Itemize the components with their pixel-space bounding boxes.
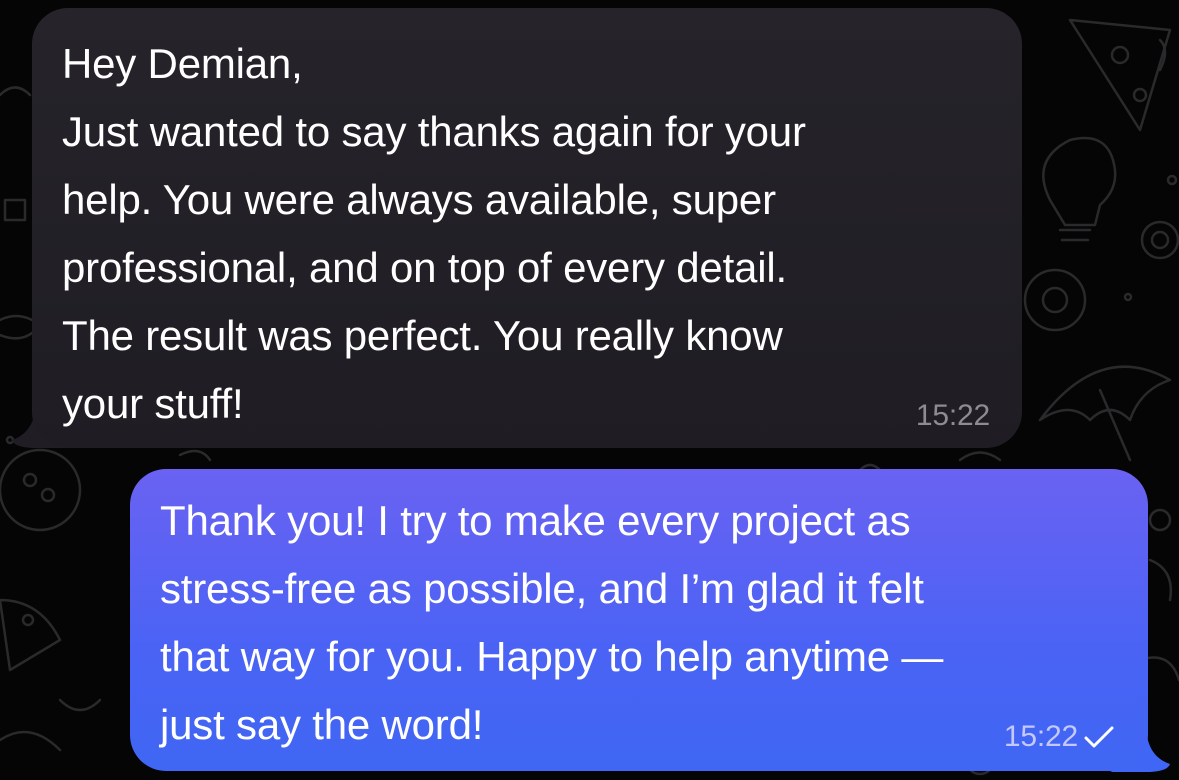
outgoing-message-meta: 15:22 bbox=[1004, 719, 1116, 755]
incoming-message-time: 15:22 bbox=[915, 399, 990, 432]
incoming-message-text: Hey Demian, Just wanted to say thanks ag… bbox=[62, 40, 806, 427]
single-check-icon bbox=[1084, 726, 1114, 748]
chat-view: Hey Demian, Just wanted to say thanks ag… bbox=[0, 0, 1179, 780]
outgoing-message-bubble[interactable]: Thank you! I try to make every project a… bbox=[130, 469, 1148, 771]
incoming-message-bubble[interactable]: Hey Demian, Just wanted to say thanks ag… bbox=[32, 8, 1022, 448]
outgoing-message-text: Thank you! I try to make every project a… bbox=[160, 497, 944, 748]
outgoing-message-time: 15:22 bbox=[1003, 720, 1078, 753]
